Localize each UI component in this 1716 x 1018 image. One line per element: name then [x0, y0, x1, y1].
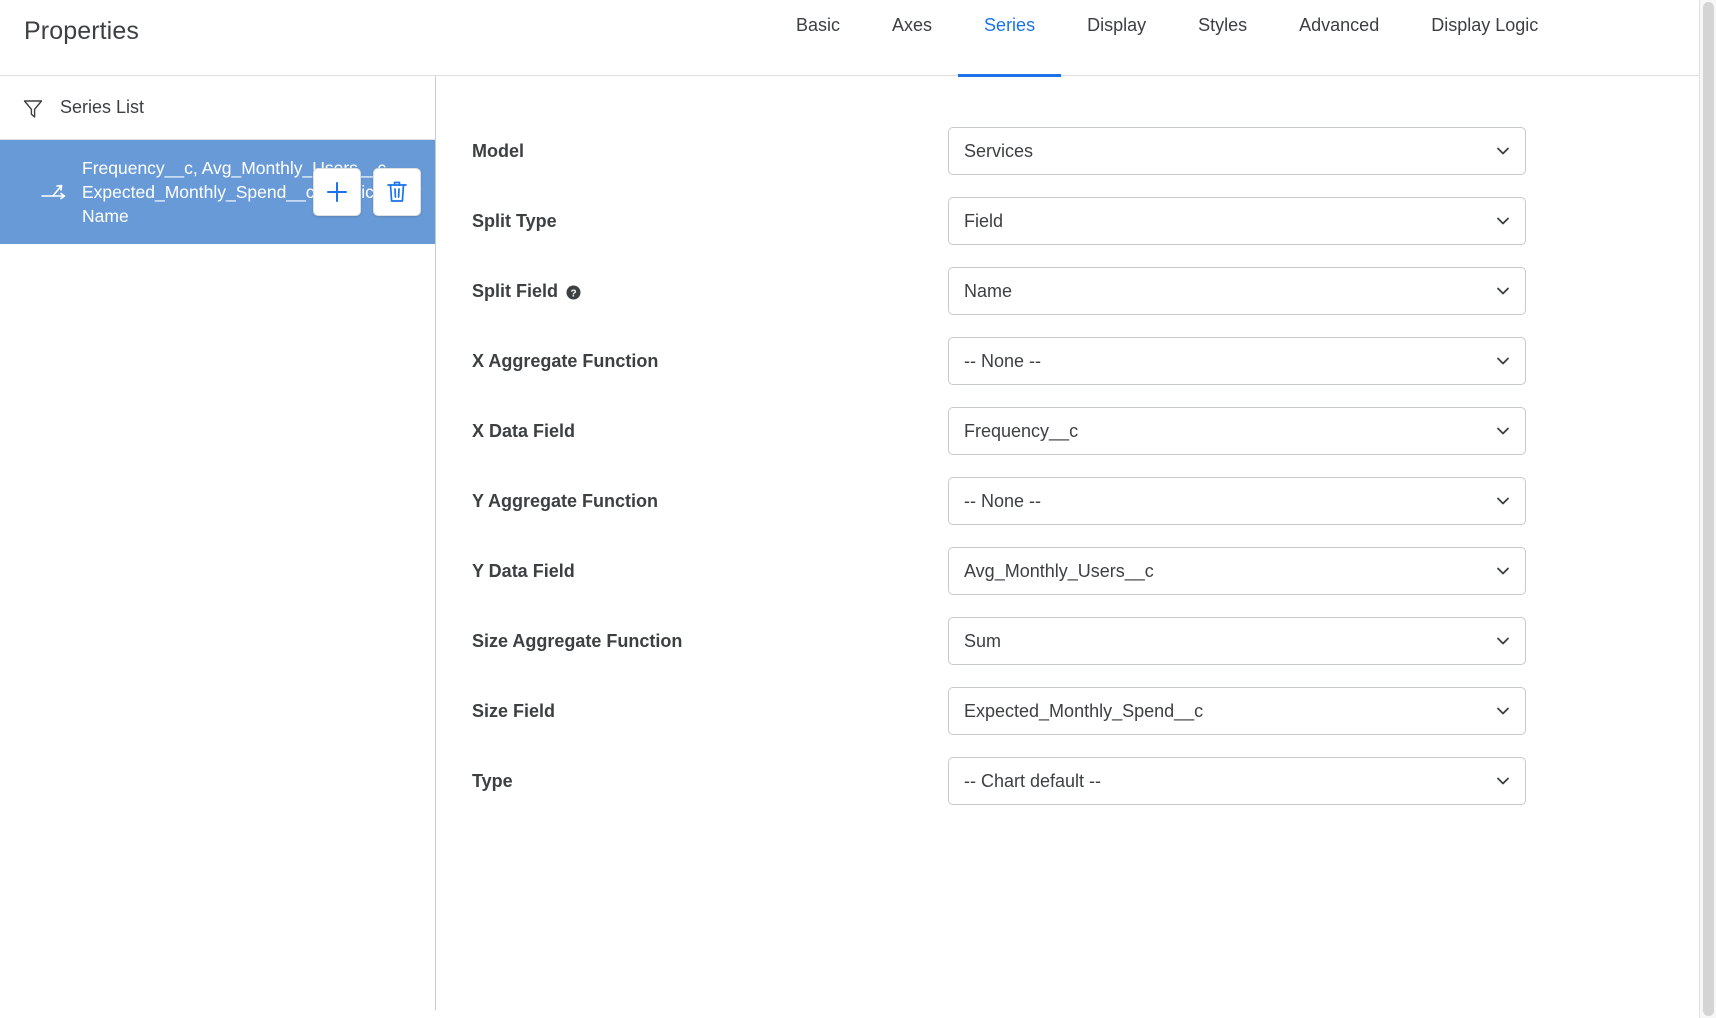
series-list-title: Series List: [60, 97, 145, 117]
label-size-aggregate-function: Size Aggregate Function: [472, 631, 948, 652]
form-row-x-aggregate-function: X Aggregate Function -- None --: [436, 326, 1716, 396]
label-text-y-aggregate-function: Y Aggregate Function: [472, 490, 659, 511]
tab-advanced[interactable]: Advanced: [1273, 0, 1405, 76]
select-value-x-aggregate-function: -- None --: [964, 350, 1042, 371]
select-value-size-aggregate-function: Sum: [964, 630, 1002, 651]
select-value-split-type: Field: [964, 210, 1004, 231]
select-size-field[interactable]: Expected_Monthly_Spend__c: [948, 687, 1526, 735]
label-y-data-field: Y Data Field: [472, 561, 948, 582]
series-sidebar: Series List Frequency__c, Avg_Monthly_Us…: [0, 76, 436, 1010]
tab-basic[interactable]: Basic: [770, 0, 866, 76]
label-split-field: Split Field?: [472, 281, 948, 302]
select-type[interactable]: -- Chart default --: [948, 757, 1526, 805]
select-value-y-aggregate-function: -- None --: [964, 490, 1042, 511]
form-row-split-field: Split Field? Name: [436, 256, 1716, 326]
select-value-x-data-field: Frequency__c: [964, 420, 1079, 441]
tab-display-logic[interactable]: Display Logic: [1405, 0, 1564, 76]
help-icon[interactable]: ?: [566, 285, 581, 300]
chevron-down-icon: [1494, 632, 1512, 650]
series-item-actions: [313, 168, 421, 216]
chevron-down-icon: [1494, 422, 1512, 440]
label-model: Model: [472, 141, 948, 162]
add-series-button[interactable]: [313, 168, 361, 216]
label-text-x-data-field: X Data Field: [472, 420, 576, 441]
chevron-down-icon: [1494, 212, 1512, 230]
select-x-aggregate-function[interactable]: -- None --: [948, 337, 1526, 385]
select-value-split-field: Name: [964, 280, 1013, 301]
label-x-aggregate-function: X Aggregate Function: [472, 351, 948, 372]
series-list-header: Series List: [0, 76, 435, 140]
select-y-data-field[interactable]: Avg_Monthly_Users__c: [948, 547, 1526, 595]
properties-panel: Properties Basic Axes Series Display Styles A…: [0, 0, 1716, 1018]
label-type: Type: [472, 771, 948, 792]
tab-bar: Basic Axes Series Display Styles Advanced Disp…: [770, 0, 1564, 77]
form-row-x-data-field: X Data Field Frequency__c: [436, 396, 1716, 466]
move-arrows-icon[interactable]: [40, 179, 66, 205]
select-value-y-data-field: Avg_Monthly_Users__c: [964, 560, 1154, 581]
select-size-aggregate-function[interactable]: Sum: [948, 617, 1526, 665]
select-model[interactable]: Services: [948, 127, 1526, 175]
label-text-size-aggregate-function: Size Aggregate Function: [472, 630, 683, 651]
series-properties-form: Model Services Split Type Field Split Field?…: [436, 76, 1716, 1018]
tab-display[interactable]: Display: [1061, 0, 1172, 76]
delete-series-button[interactable]: [373, 168, 421, 216]
filter-icon: [22, 97, 44, 119]
label-text-x-aggregate-function: X Aggregate Function: [472, 350, 659, 371]
label-y-aggregate-function: Y Aggregate Function: [472, 491, 948, 512]
form-row-y-data-field: Y Data Field Avg_Monthly_Users__c: [436, 536, 1716, 606]
form-row-size-field: Size Field Expected_Monthly_Spend__c: [436, 676, 1716, 746]
label-text-model: Model: [472, 140, 524, 161]
select-split-field[interactable]: Name: [948, 267, 1526, 315]
select-value-model: Services: [964, 140, 1034, 161]
label-size-field: Size Field: [472, 701, 948, 722]
tab-axes[interactable]: Axes: [866, 0, 958, 76]
svg-text:?: ?: [570, 288, 576, 299]
chevron-down-icon: [1494, 282, 1512, 300]
form-row-split-type: Split Type Field: [436, 186, 1716, 256]
body: Series List Frequency__c, Avg_Monthly_Us…: [0, 76, 1716, 1018]
chevron-down-icon: [1494, 702, 1512, 720]
chevron-down-icon: [1494, 562, 1512, 580]
form-row-model: Model Services: [436, 116, 1716, 186]
vertical-scrollbar[interactable]: [1699, 0, 1716, 1018]
form-row-type: Type -- Chart default --: [436, 746, 1716, 816]
form-row-y-aggregate-function: Y Aggregate Function -- None --: [436, 466, 1716, 536]
label-text-split-field: Split Field: [472, 280, 559, 301]
select-value-size-field: Expected_Monthly_Spend__c: [964, 700, 1204, 721]
select-value-type: -- Chart default --: [964, 770, 1102, 791]
label-x-data-field: X Data Field: [472, 421, 948, 442]
select-y-aggregate-function[interactable]: -- None --: [948, 477, 1526, 525]
tab-series[interactable]: Series: [958, 0, 1062, 77]
chevron-down-icon: [1494, 352, 1512, 370]
select-split-type[interactable]: Field: [948, 197, 1526, 245]
label-text-split-type: Split Type: [472, 210, 557, 231]
label-text-size-field: Size Field: [472, 700, 556, 721]
form-row-size-aggregate-function: Size Aggregate Function Sum: [436, 606, 1716, 676]
tab-styles[interactable]: Styles: [1172, 0, 1273, 76]
label-text-y-data-field: Y Data Field: [472, 560, 575, 581]
header: Properties Basic Axes Series Display Styles A…: [0, 0, 1716, 77]
chevron-down-icon: [1494, 772, 1512, 790]
label-split-type: Split Type: [472, 211, 948, 232]
page-title: Properties: [24, 17, 139, 45]
chevron-down-icon: [1494, 142, 1512, 160]
scrollbar-thumb[interactable]: [1703, 2, 1714, 1016]
series-list-item[interactable]: Frequency__c, Avg_Monthly_Users__c, Expe…: [0, 140, 435, 244]
chevron-down-icon: [1494, 492, 1512, 510]
select-x-data-field[interactable]: Frequency__c: [948, 407, 1526, 455]
label-text-type: Type: [472, 770, 513, 791]
